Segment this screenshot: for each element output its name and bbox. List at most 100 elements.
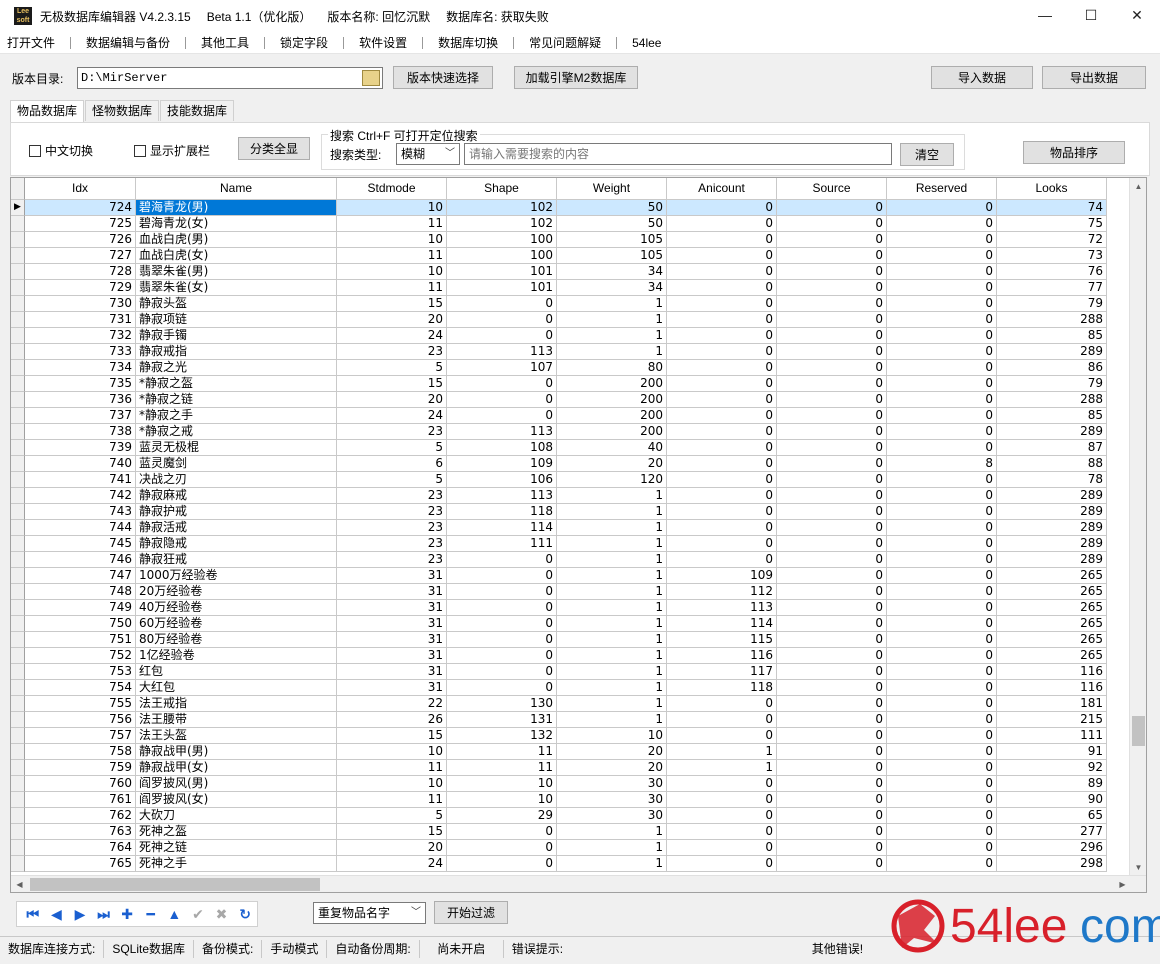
- row-indicator[interactable]: [11, 216, 25, 232]
- cell-name[interactable]: 翡翠朱雀(男): [136, 264, 337, 280]
- table-row[interactable]: 763 死神之盔 15 0 1 0 0 0 277: [11, 824, 1131, 840]
- cell-reserved[interactable]: 0: [887, 408, 997, 424]
- cell-looks[interactable]: 265: [997, 632, 1107, 648]
- cell-name[interactable]: 40万经验卷: [136, 600, 337, 616]
- cell-looks[interactable]: 277: [997, 824, 1107, 840]
- table-row[interactable]: 752 1亿经验卷 31 0 1 116 0 0 265: [11, 648, 1131, 664]
- cell-idx[interactable]: 730: [25, 296, 136, 312]
- cell-weight[interactable]: 1: [557, 552, 667, 568]
- cell-looks[interactable]: 298: [997, 856, 1107, 872]
- cell-reserved[interactable]: 0: [887, 728, 997, 744]
- cell-shape[interactable]: 0: [447, 840, 557, 856]
- cell-looks[interactable]: 116: [997, 680, 1107, 696]
- cell-shape[interactable]: 0: [447, 664, 557, 680]
- cell-anicount[interactable]: 0: [667, 424, 777, 440]
- cell-anicount[interactable]: 113: [667, 600, 777, 616]
- cell-source[interactable]: 0: [777, 296, 887, 312]
- cell-source[interactable]: 0: [777, 344, 887, 360]
- row-indicator[interactable]: [11, 568, 25, 584]
- cell-reserved[interactable]: 0: [887, 424, 997, 440]
- cell-shape[interactable]: 10: [447, 792, 557, 808]
- table-row[interactable]: 747 1000万经验卷 31 0 1 109 0 0 265: [11, 568, 1131, 584]
- cell-name[interactable]: 阎罗披风(女): [136, 792, 337, 808]
- table-row[interactable]: 765 死神之手 24 0 1 0 0 0 298: [11, 856, 1131, 872]
- cell-name[interactable]: *静寂之手: [136, 408, 337, 424]
- cell-stdmode[interactable]: 15: [337, 296, 447, 312]
- cell-idx[interactable]: 757: [25, 728, 136, 744]
- cell-stdmode[interactable]: 5: [337, 440, 447, 456]
- export-button[interactable]: 导出数据: [1042, 66, 1146, 89]
- load-m2-button[interactable]: 加载引擎M2数据库: [514, 66, 638, 89]
- cell-stdmode[interactable]: 31: [337, 632, 447, 648]
- cell-idx[interactable]: 754: [25, 680, 136, 696]
- cell-shape[interactable]: 29: [447, 808, 557, 824]
- col-header-stdmode[interactable]: Stdmode: [337, 178, 447, 200]
- cell-anicount[interactable]: 0: [667, 696, 777, 712]
- cell-anicount[interactable]: 1: [667, 744, 777, 760]
- cell-shape[interactable]: 0: [447, 376, 557, 392]
- row-indicator[interactable]: [11, 744, 25, 760]
- cell-looks[interactable]: 111: [997, 728, 1107, 744]
- cell-looks[interactable]: 181: [997, 696, 1107, 712]
- table-row[interactable]: 762 大砍刀 5 29 30 0 0 0 65: [11, 808, 1131, 824]
- cell-name[interactable]: 1000万经验卷: [136, 568, 337, 584]
- cell-reserved[interactable]: 0: [887, 648, 997, 664]
- cell-weight[interactable]: 34: [557, 280, 667, 296]
- table-row[interactable]: 740 蓝灵魔剑 6 109 20 0 0 8 88: [11, 456, 1131, 472]
- cell-anicount[interactable]: 0: [667, 216, 777, 232]
- cell-source[interactable]: 0: [777, 552, 887, 568]
- menu-settings[interactable]: 软件设置: [352, 34, 414, 51]
- quick-select-button[interactable]: 版本快速选择: [393, 66, 493, 89]
- cell-stdmode[interactable]: 22: [337, 696, 447, 712]
- tab-monsters[interactable]: 怪物数据库: [85, 100, 160, 121]
- cell-anicount[interactable]: 0: [667, 776, 777, 792]
- cell-idx[interactable]: 725: [25, 216, 136, 232]
- cell-shape[interactable]: 0: [447, 632, 557, 648]
- row-indicator[interactable]: [11, 264, 25, 280]
- cell-weight[interactable]: 30: [557, 776, 667, 792]
- table-row[interactable]: 743 静寂护戒 23 118 1 0 0 0 289: [11, 504, 1131, 520]
- cell-name[interactable]: 蓝灵无极棍: [136, 440, 337, 456]
- cell-source[interactable]: 0: [777, 264, 887, 280]
- cell-name[interactable]: 法王腰带: [136, 712, 337, 728]
- cell-anicount[interactable]: 0: [667, 728, 777, 744]
- cell-shape[interactable]: 107: [447, 360, 557, 376]
- cell-weight[interactable]: 200: [557, 392, 667, 408]
- cell-name[interactable]: 阎罗披风(男): [136, 776, 337, 792]
- table-row[interactable]: 730 静寂头盔 15 0 1 0 0 0 79: [11, 296, 1131, 312]
- cell-shape[interactable]: 101: [447, 280, 557, 296]
- table-row[interactable]: 760 阎罗披风(男) 10 10 30 0 0 0 89: [11, 776, 1131, 792]
- cell-name[interactable]: 静寂头盔: [136, 296, 337, 312]
- cell-idx[interactable]: 727: [25, 248, 136, 264]
- cell-shape[interactable]: 101: [447, 264, 557, 280]
- cell-looks[interactable]: 265: [997, 616, 1107, 632]
- start-filter-button[interactable]: 开始过滤: [434, 901, 508, 924]
- cell-stdmode[interactable]: 10: [337, 776, 447, 792]
- cell-reserved[interactable]: 0: [887, 840, 997, 856]
- row-indicator[interactable]: [11, 536, 25, 552]
- cell-name[interactable]: 死神之盔: [136, 824, 337, 840]
- cell-weight[interactable]: 1: [557, 824, 667, 840]
- cell-reserved[interactable]: 0: [887, 376, 997, 392]
- cell-anicount[interactable]: 0: [667, 408, 777, 424]
- table-row[interactable]: 753 红包 31 0 1 117 0 0 116: [11, 664, 1131, 680]
- cell-weight[interactable]: 20: [557, 760, 667, 776]
- row-indicator[interactable]: [11, 424, 25, 440]
- row-indicator[interactable]: [11, 488, 25, 504]
- cell-weight[interactable]: 1: [557, 568, 667, 584]
- cell-stdmode[interactable]: 23: [337, 520, 447, 536]
- cell-weight[interactable]: 1: [557, 344, 667, 360]
- row-indicator[interactable]: [11, 856, 25, 872]
- row-indicator[interactable]: [11, 696, 25, 712]
- menu-other-tools[interactable]: 其他工具: [194, 34, 256, 51]
- cell-weight[interactable]: 1: [557, 328, 667, 344]
- cell-shape[interactable]: 114: [447, 520, 557, 536]
- cell-reserved[interactable]: 0: [887, 632, 997, 648]
- cell-weight[interactable]: 1: [557, 696, 667, 712]
- row-indicator[interactable]: [11, 616, 25, 632]
- cell-looks[interactable]: 91: [997, 744, 1107, 760]
- cell-name[interactable]: 决战之刃: [136, 472, 337, 488]
- cell-shape[interactable]: 0: [447, 680, 557, 696]
- cell-source[interactable]: 0: [777, 312, 887, 328]
- cell-name[interactable]: *静寂之盔: [136, 376, 337, 392]
